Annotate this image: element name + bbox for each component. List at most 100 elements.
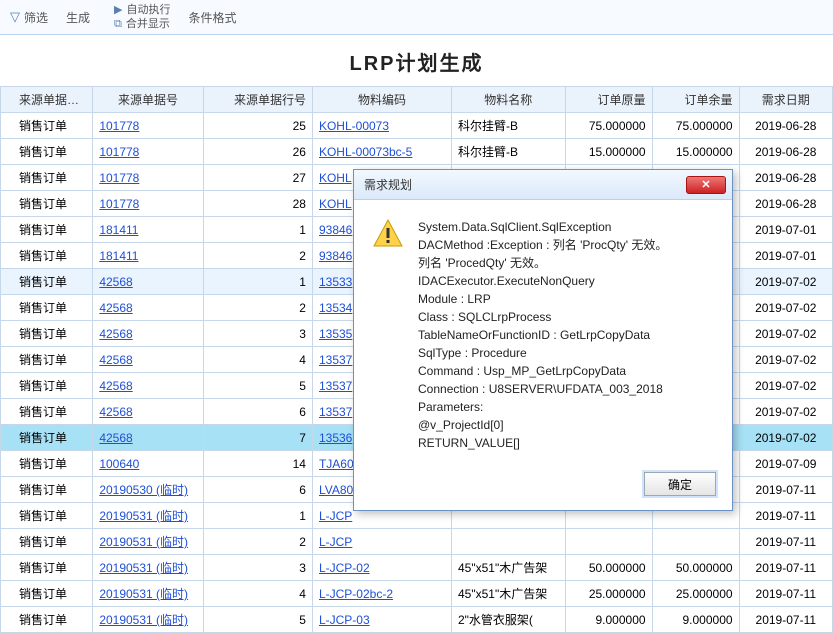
material-code-link[interactable]: KOHL-00073 — [319, 119, 389, 133]
doc-no-link[interactable]: 20190531 (临时) — [99, 561, 188, 575]
doc-no-link[interactable]: 181411 — [99, 223, 138, 237]
cell: 2 — [203, 243, 312, 269]
doc-no-link[interactable]: 42568 — [99, 275, 132, 289]
doc-no-link[interactable]: 101778 — [99, 197, 139, 211]
doc-no-link[interactable]: 20190531 (临时) — [99, 509, 188, 523]
cell: 2"水管衣服架( — [451, 607, 565, 633]
doc-no-link[interactable]: 101778 — [99, 171, 139, 185]
material-code-link[interactable]: 13534 — [319, 301, 352, 315]
cell: 5 — [203, 373, 312, 399]
cell: 50.000000 — [565, 555, 652, 581]
col-header[interactable]: 来源单据类别 — [1, 87, 93, 113]
cell: 1 — [203, 217, 312, 243]
table-row[interactable]: 销售订单20190531 (临时)5L-JCP-032"水管衣服架(9.0000… — [1, 607, 833, 633]
cell: 销售订单 — [1, 321, 93, 347]
material-code-link[interactable]: 93846 — [319, 249, 352, 263]
cell: 科尔挂臂-B — [451, 113, 565, 139]
cell: 2019-07-01 — [739, 243, 832, 269]
cell: 3 — [203, 321, 312, 347]
cell: 4 — [203, 581, 312, 607]
material-code-link[interactable]: L-JCP-02bc-2 — [319, 587, 393, 601]
close-button[interactable]: ✕ — [686, 176, 726, 194]
doc-no-link[interactable]: 20190531 (临时) — [99, 535, 188, 549]
table-row[interactable]: 销售订单20190531 (临时)3L-JCP-0245"x51"木广告架50.… — [1, 555, 833, 581]
col-header[interactable]: 物料名称 — [451, 87, 565, 113]
table-row[interactable]: 销售订单20190531 (临时)4L-JCP-02bc-245"x51"木广告… — [1, 581, 833, 607]
material-code-link[interactable]: KOHL — [319, 171, 352, 185]
col-header[interactable]: 物料编码 — [312, 87, 451, 113]
doc-no-link[interactable]: 101778 — [99, 119, 139, 133]
doc-no-link[interactable]: 181411 — [99, 249, 138, 263]
auto-run-button[interactable]: ▶自动执行 — [114, 3, 170, 17]
material-code-link[interactable]: 13537 — [319, 379, 352, 393]
doc-no-link[interactable]: 42568 — [99, 431, 132, 445]
merge-show-button[interactable]: ⧉合并显示 — [114, 17, 170, 31]
generate-button[interactable]: 生成 — [66, 9, 90, 26]
cell: 销售订单 — [1, 425, 93, 451]
doc-no-link[interactable]: 100640 — [99, 457, 139, 471]
cell: 2 — [203, 295, 312, 321]
dialog-titlebar[interactable]: 需求规划 ✕ — [354, 170, 732, 200]
col-header[interactable]: 来源单据行号 — [203, 87, 312, 113]
cell: 42568 — [93, 399, 203, 425]
material-code-link[interactable]: LVA80 — [319, 483, 353, 497]
material-code-link[interactable]: 13535 — [319, 327, 352, 341]
filter-button[interactable]: ▽ 筛选 — [10, 9, 48, 26]
doc-no-link[interactable]: 101778 — [99, 145, 139, 159]
table-row[interactable]: 销售订单20190531 (临时)2L-JCP2019-07-11 — [1, 529, 833, 555]
cell: 20190531 (临时) — [93, 503, 203, 529]
dialog-body: System.Data.SqlClient.SqlExceptionDACMet… — [354, 200, 732, 464]
doc-no-link[interactable]: 42568 — [99, 301, 132, 315]
material-code-link[interactable]: L-JCP-03 — [319, 613, 370, 627]
cell: 3 — [203, 555, 312, 581]
doc-no-link[interactable]: 20190531 (临时) — [99, 587, 188, 601]
table-row[interactable]: 销售订单10177826KOHL-00073bc-5科尔挂臂-B15.00000… — [1, 139, 833, 165]
cell: 销售订单 — [1, 477, 93, 503]
material-code-link[interactable]: 93846 — [319, 223, 352, 237]
material-code-link[interactable]: L-JCP — [319, 535, 352, 549]
material-code-link[interactable]: 13533 — [319, 275, 352, 289]
doc-no-link[interactable]: 20190531 (临时) — [99, 613, 188, 627]
dialog-footer: 确定 — [354, 464, 732, 510]
cell: 20190531 (临时) — [93, 555, 203, 581]
cell: L-JCP-03 — [312, 607, 451, 633]
material-code-link[interactable]: KOHL-00073bc-5 — [319, 145, 412, 159]
cond-format-button[interactable]: 条件格式 — [189, 9, 237, 26]
cell: 科尔挂臂-B — [451, 139, 565, 165]
doc-no-link[interactable]: 42568 — [99, 405, 132, 419]
cell: KOHL-00073 — [312, 113, 451, 139]
doc-no-link[interactable]: 42568 — [99, 353, 132, 367]
col-header[interactable]: 订单余量 — [652, 87, 739, 113]
cell: 75.000000 — [652, 113, 739, 139]
cell: 销售订单 — [1, 581, 93, 607]
material-code-link[interactable]: KOHL — [319, 197, 352, 211]
doc-no-link[interactable]: 42568 — [99, 327, 132, 341]
cell: 销售订单 — [1, 373, 93, 399]
material-code-link[interactable]: 13537 — [319, 405, 352, 419]
cell: 26 — [203, 139, 312, 165]
material-code-link[interactable]: L-JCP-02 — [319, 561, 370, 575]
material-code-link[interactable]: TJA60 — [319, 457, 354, 471]
doc-no-link[interactable]: 42568 — [99, 379, 132, 393]
funnel-icon: ▽ — [10, 9, 20, 25]
cell: 25.000000 — [565, 581, 652, 607]
doc-no-link[interactable]: 20190530 (临时) — [99, 483, 188, 497]
col-header[interactable]: 来源单据号 — [93, 87, 203, 113]
error-dialog: 需求规划 ✕ System.Data.SqlClient.SqlExceptio… — [353, 169, 733, 511]
cell: 2019-07-02 — [739, 399, 832, 425]
material-code-link[interactable]: 13536 — [319, 431, 352, 445]
col-header[interactable]: 需求日期 — [739, 87, 832, 113]
cell: 销售订单 — [1, 347, 93, 373]
material-code-link[interactable]: L-JCP — [319, 509, 352, 523]
cell: 6 — [203, 477, 312, 503]
cell: 101778 — [93, 191, 203, 217]
table-row[interactable]: 销售订单10177825KOHL-00073科尔挂臂-B75.00000075.… — [1, 113, 833, 139]
cell: 2019-07-02 — [739, 269, 832, 295]
ok-button[interactable]: 确定 — [644, 472, 716, 496]
material-code-link[interactable]: 13537 — [319, 353, 352, 367]
col-header[interactable]: 订单原量 — [565, 87, 652, 113]
cell: 42568 — [93, 295, 203, 321]
cell: 25 — [203, 113, 312, 139]
cell: 2019-07-09 — [739, 451, 832, 477]
cell: 6 — [203, 399, 312, 425]
